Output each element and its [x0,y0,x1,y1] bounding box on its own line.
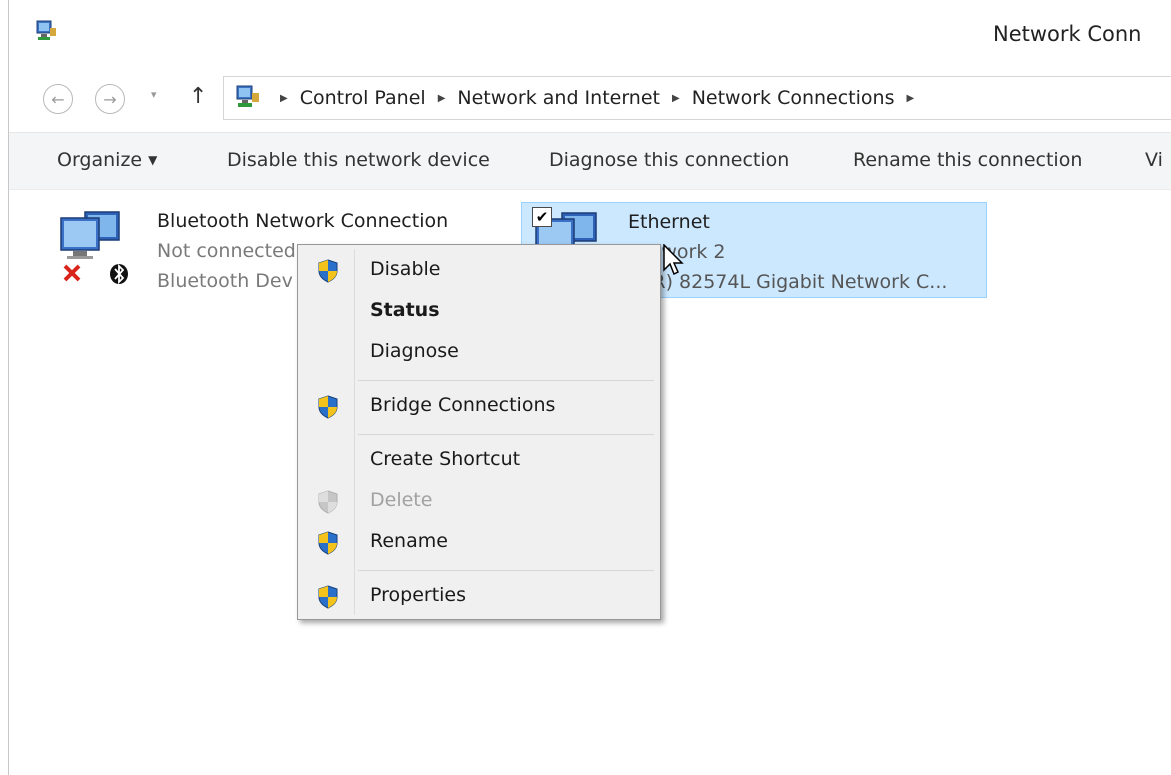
menu-item-label: Create Shortcut [370,448,521,470]
forward-button[interactable]: → [95,84,125,114]
breadcrumb-network-and-internet[interactable]: Network and Internet [457,87,660,109]
bluetooth-icon [110,263,128,284]
chevron-down-icon: ▼ [148,153,158,167]
connection-name: Bluetooth Network Connection [157,210,449,232]
uac-shield-icon [318,259,338,283]
menu-separator [358,570,654,571]
menu-item-rename[interactable]: Rename [301,523,657,561]
menu-item-label: Delete [370,489,433,511]
window-title: Network Conn [993,22,1142,46]
menu-item-diagnose[interactable]: Diagnose [301,333,657,371]
connection-name: Ethernet [628,211,710,233]
breadcrumb-separator-icon[interactable]: ▶ [280,93,288,104]
back-arrow-icon: ← [51,89,65,109]
breadcrumb-separator-icon[interactable]: ▶ [906,93,914,104]
menu-item-label: Bridge Connections [370,394,556,416]
menu-item-properties[interactable]: Properties [301,577,657,615]
rename-connection-button[interactable]: Rename this connection [853,149,1082,171]
forward-arrow-icon: → [103,89,117,109]
connection-device-model: (R) 82574L Gigabit Network C... [644,271,948,293]
breadcrumb-separator-icon[interactable]: ▶ [672,93,680,104]
red-x-icon [63,264,81,282]
address-bar[interactable]: ▶ Control Panel ▶ Network and Internet ▶… [223,76,1171,120]
menu-item-bridge-connections[interactable]: Bridge Connections [301,387,657,425]
recent-locations-chevron-icon[interactable]: ▾ [151,88,157,101]
menu-item-label: Status [370,299,440,321]
menu-item-status[interactable]: Status [301,292,657,330]
uac-shield-icon [318,490,338,514]
diagnose-connection-button[interactable]: Diagnose this connection [549,149,789,171]
menu-item-label: Diagnose [370,340,459,362]
navigation-bar: ← → ▾ ↑ ▶ Control Panel ▶ Network and In… [9,70,1171,122]
organize-menu-button[interactable]: Organize ▼ [57,149,157,171]
breadcrumb-separator-icon[interactable]: ▶ [438,93,446,104]
menu-item-label: Properties [370,584,467,606]
menu-separator [358,434,654,435]
selection-checkbox[interactable]: ✔ [532,207,552,227]
title-bar: Network Conn [9,0,1171,66]
uac-shield-icon [318,531,338,555]
menu-item-disable[interactable]: Disable [301,251,657,289]
uac-shield-icon [318,585,338,609]
menu-item-label: Rename [370,530,448,552]
context-menu: Disable Status Diagnose Bridge Connectio… [297,244,661,620]
network-connections-icon[interactable] [35,20,57,42]
organize-label: Organize [57,149,143,171]
explorer-window: Network Conn ← → ▾ ↑ ▶ Control Panel ▶ N… [8,0,1171,775]
view-status-button[interactable]: Vi [1145,149,1163,171]
back-button[interactable]: ← [43,84,73,114]
breadcrumb: ▶ Control Panel ▶ Network and Internet ▶… [268,87,926,109]
up-arrow-icon[interactable]: ↑ [189,84,207,109]
network-connections-icon [236,85,259,107]
menu-item-delete[interactable]: Delete [301,482,657,520]
menu-separator [358,380,654,381]
mouse-pointer-icon [663,244,684,276]
command-bar: Organize ▼ Disable this network device Di… [9,132,1171,190]
menu-item-label: Disable [370,258,441,280]
uac-shield-icon [318,395,338,419]
breadcrumb-control-panel[interactable]: Control Panel [300,87,426,109]
disable-device-button[interactable]: Disable this network device [227,149,490,171]
menu-item-create-shortcut[interactable]: Create Shortcut [301,441,657,479]
network-adapter-icon [60,211,128,284]
breadcrumb-network-connections[interactable]: Network Connections [692,87,895,109]
